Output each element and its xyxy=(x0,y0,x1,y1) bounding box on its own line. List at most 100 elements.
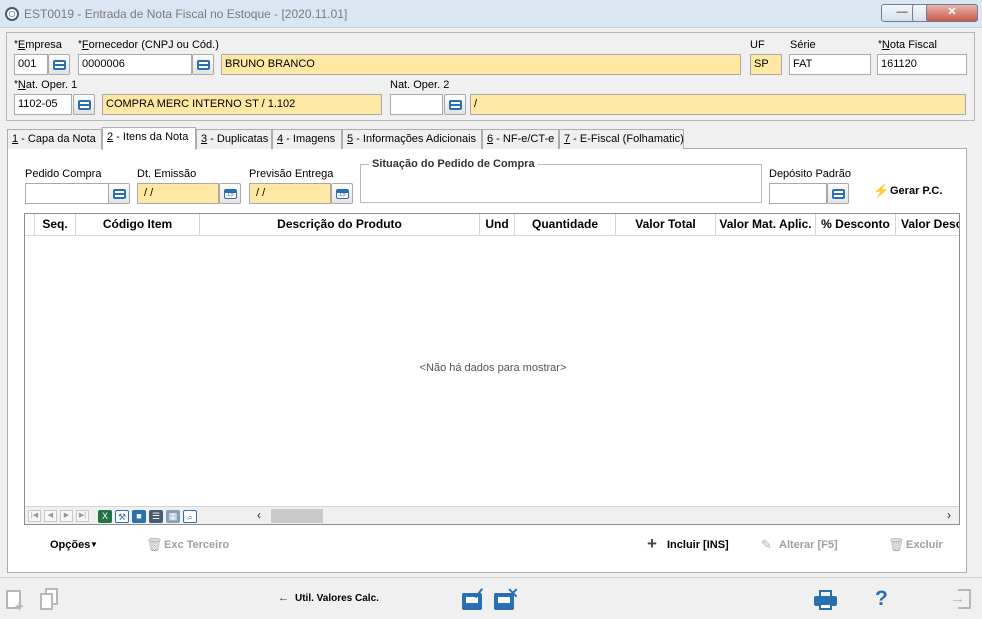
lookup-icon xyxy=(53,60,66,70)
util-valores-calc-button[interactable]: ← Util. Valores Calc. xyxy=(278,592,388,608)
calendar-icon xyxy=(224,189,237,199)
lookup-icon xyxy=(197,60,210,70)
previsao-entrega-calendar-button[interactable] xyxy=(331,183,353,204)
pencil-icon: ✎ xyxy=(761,537,772,552)
nat-oper2-label: Nat. Oper. 2 xyxy=(390,79,450,91)
trash-icon: 🗑︎ xyxy=(888,537,905,552)
new-record-icon[interactable]: + xyxy=(6,588,32,615)
excel-export-icon[interactable]: X xyxy=(98,510,112,523)
items-grid[interactable]: Seq. Código Item Descrição do Produto Un… xyxy=(24,213,960,525)
dt-emissao-calendar-button[interactable] xyxy=(219,183,241,204)
col-und[interactable]: Und xyxy=(480,214,515,236)
exit-icon[interactable]: → xyxy=(950,589,974,611)
horizontal-scrollbar-thumb[interactable] xyxy=(271,509,323,523)
lookup-icon xyxy=(449,100,462,110)
serie-input[interactable]: FAT xyxy=(789,54,871,75)
save-cancel-icon[interactable]: ✕ xyxy=(494,585,520,612)
nota-fiscal-input[interactable]: 161120 xyxy=(877,54,967,75)
lightning-icon: ⚡ xyxy=(873,183,890,198)
alterar-button[interactable]: ✎ Alterar [F5] xyxy=(761,537,846,555)
fornecedor-name-field: BRUNO BRANCO xyxy=(221,54,741,75)
serie-label: Série xyxy=(790,39,816,51)
tab-nfe-cte[interactable]: 6 - NF-e/CT-e xyxy=(482,129,559,149)
col-seq[interactable]: Seq. xyxy=(35,214,76,236)
print-icon[interactable] xyxy=(814,590,838,612)
col-percent-desconto[interactable]: % Desconto xyxy=(816,214,896,236)
tab-itens-da-nota[interactable]: 2 - Itens da Nota xyxy=(102,127,196,150)
app-window: EST0019 - Entrada de Nota Fiscal no Esto… xyxy=(0,0,982,619)
util-valores-calc-label: Util. Valores Calc. xyxy=(295,593,379,604)
chevron-down-icon: ▼ xyxy=(90,540,98,549)
nat-oper1-lookup-button[interactable] xyxy=(73,94,95,115)
incluir-button[interactable]: + Incluir [INS] xyxy=(647,534,737,555)
app-logo-icon xyxy=(5,7,19,21)
uf-label: UF xyxy=(750,39,765,51)
nat-oper1-label: *Nat. Oper. 1 xyxy=(14,79,78,91)
first-record-icon[interactable]: |◀ xyxy=(28,510,41,522)
previsao-entrega-label: Previsão Entrega xyxy=(249,168,334,180)
nat-oper2-code-input[interactable] xyxy=(390,94,443,115)
col-codigo-item[interactable]: Código Item xyxy=(76,214,200,236)
close-button[interactable]: ✕ xyxy=(926,4,978,22)
excluir-button[interactable]: 🗑︎ Excluir xyxy=(888,537,948,555)
fornecedor-label: *Fornecedor (CNPJ ou Cód.) xyxy=(78,39,219,51)
filter-icon[interactable]: ▦ xyxy=(166,510,180,523)
fornecedor-lookup-button[interactable] xyxy=(192,54,214,75)
help-icon[interactable]: ? xyxy=(875,587,889,611)
previsao-entrega-input[interactable]: / / xyxy=(249,183,331,204)
copy-record-icon[interactable] xyxy=(40,588,60,612)
deposito-padrao-input[interactable] xyxy=(769,183,827,204)
dt-emissao-input[interactable]: / / xyxy=(137,183,219,204)
nat-oper2-lookup-button[interactable] xyxy=(444,94,466,115)
col-valor-desc[interactable]: Valor Desc xyxy=(896,214,959,236)
alterar-label: Alterar [F5] xyxy=(779,539,838,551)
title-bar: EST0019 - Entrada de Nota Fiscal no Esto… xyxy=(0,0,982,28)
col-descricao-produto[interactable]: Descrição do Produto xyxy=(200,214,480,236)
nat-oper2-description-field: / xyxy=(470,94,966,115)
incluir-label: Incluir [INS] xyxy=(667,539,729,551)
tab-informacoes-adicionais[interactable]: 5 - Informações Adicionais xyxy=(342,129,482,149)
deposito-padrao-lookup-button[interactable] xyxy=(827,183,849,204)
window-title: EST0019 - Entrada de Nota Fiscal no Esto… xyxy=(24,7,348,21)
nota-fiscal-label: *Nota Fiscal xyxy=(878,39,937,51)
pedido-compra-lookup-button[interactable] xyxy=(108,183,130,204)
empresa-input[interactable]: 001 xyxy=(14,54,48,75)
opcoes-dropdown[interactable]: Opções ▼ xyxy=(50,539,100,553)
arrow-left-icon: ← xyxy=(278,592,289,604)
grid-indicator-column xyxy=(25,214,35,236)
search-icon[interactable]: ⌕ xyxy=(183,510,197,523)
tab-capa-da-nota[interactable]: 1 - Capa da Nota xyxy=(7,129,102,149)
tab-duplicatas[interactable]: 3 - Duplicatas xyxy=(196,129,272,149)
col-quantidade[interactable]: Quantidade xyxy=(515,214,616,236)
columns-icon[interactable]: ☰ xyxy=(149,510,163,523)
grid-header: Seq. Código Item Descrição do Produto Un… xyxy=(25,214,959,236)
gerar-pc-button[interactable]: ⚡ Gerar P.C. xyxy=(871,183,951,201)
save-confirm-icon[interactable]: ✓ xyxy=(462,586,488,612)
plus-icon: + xyxy=(647,534,657,553)
gerar-pc-label: Gerar P.C. xyxy=(890,185,943,197)
pedido-compra-input[interactable] xyxy=(25,183,109,204)
col-valor-mat-aplic[interactable]: Valor Mat. Aplic. xyxy=(716,214,816,236)
scroll-left-icon[interactable]: ‹ xyxy=(257,508,261,522)
save-layout-icon[interactable]: ■ xyxy=(132,510,146,523)
empresa-label: *Empresa xyxy=(14,39,62,51)
tab-imagens[interactable]: 4 - Imagens xyxy=(272,129,342,149)
excluir-label: Excluir xyxy=(906,539,943,551)
last-record-icon[interactable]: ▶| xyxy=(76,510,89,522)
footer-separator xyxy=(0,577,982,578)
col-valor-total[interactable]: Valor Total xyxy=(616,214,716,236)
tab-e-fiscal[interactable]: 7 - E-Fiscal (Folhamatic) xyxy=(559,129,684,149)
next-record-icon[interactable]: ▶ xyxy=(60,510,73,522)
exc-terceiro-button[interactable]: 🗑︎ Exc Terceiro xyxy=(146,537,230,555)
lookup-icon xyxy=(78,100,91,110)
pedido-compra-label: Pedido Compra xyxy=(25,168,102,180)
fornecedor-code-input[interactable]: 0000006 xyxy=(78,54,192,75)
calendar-icon xyxy=(336,189,349,199)
tools-icon[interactable]: ⚒ xyxy=(115,510,129,523)
empresa-lookup-button[interactable] xyxy=(48,54,70,75)
scroll-right-icon[interactable]: › xyxy=(947,508,951,522)
prev-record-icon[interactable]: ◀ xyxy=(44,510,57,522)
opcoes-label: Opções xyxy=(50,539,91,551)
nat-oper1-code-input[interactable]: 1102-05 xyxy=(14,94,72,115)
grid-footer-toolbar: |◀ ◀ ▶ ▶| X ⚒ ■ ☰ ▦ ⌕ ‹ › xyxy=(25,506,959,524)
